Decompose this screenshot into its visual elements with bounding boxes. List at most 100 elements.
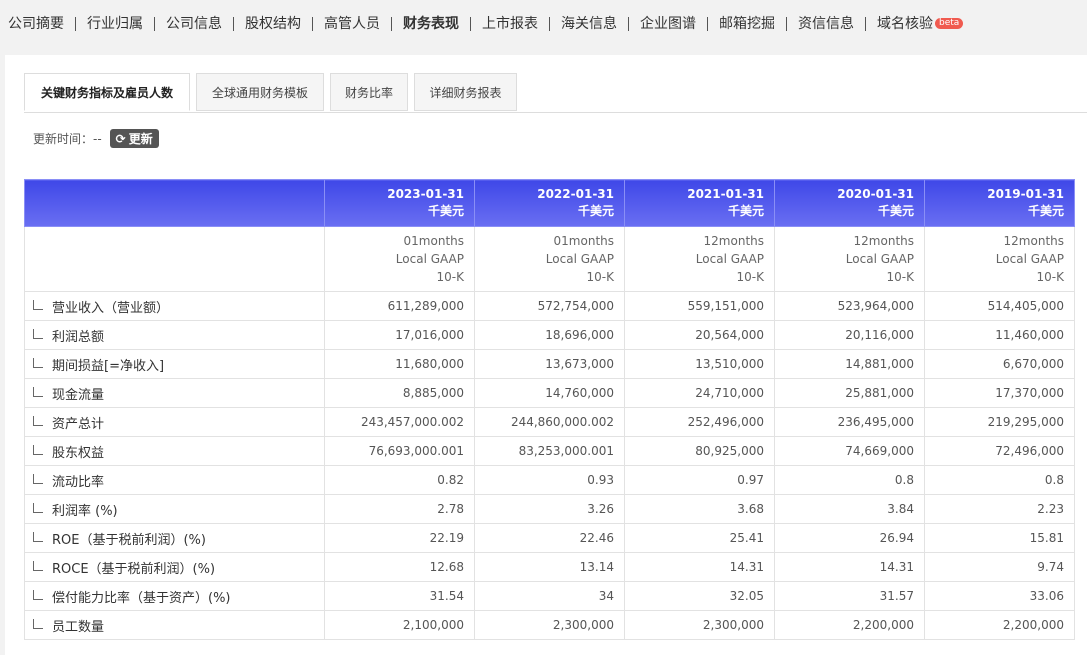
value-cell: 34 bbox=[474, 581, 625, 611]
tree-branch-icon bbox=[33, 560, 43, 571]
table-row: 偿付能力比率（基于资产）(%) 31.54 34 32.05 31.57 33.06 bbox=[24, 581, 1075, 611]
tree-branch-icon bbox=[33, 618, 43, 629]
value-cell: 572,754,000 bbox=[474, 291, 625, 321]
value-cell: 13.14 bbox=[474, 552, 625, 582]
column-date: 2022-01-31 bbox=[537, 187, 614, 201]
value-cell: 0.8 bbox=[774, 465, 925, 495]
value-cell: 14,881,000 bbox=[774, 349, 925, 379]
nav-enterprise-graph[interactable]: 企业图谱 bbox=[629, 15, 707, 33]
meta-period: 01months bbox=[553, 234, 614, 248]
table-row: 资产总计 243,457,000.002 244,860,000.002 252,49… bbox=[24, 407, 1075, 437]
nav-listing-reports[interactable]: 上市报表 bbox=[471, 15, 549, 33]
tab-global-template[interactable]: 全球通用财务模板 bbox=[196, 73, 324, 111]
value-cell: 9.74 bbox=[924, 552, 1075, 582]
update-row: 更新时间：-- ⟳ 更新 bbox=[33, 129, 159, 148]
value-cell: 236,495,000 bbox=[774, 407, 925, 437]
meta-form: 10-K bbox=[1036, 270, 1064, 284]
nav-executives[interactable]: 高管人员 bbox=[313, 15, 391, 33]
table-row: 股东权益 76,693,000.001 83,253,000.001 80,925,0… bbox=[24, 436, 1075, 466]
tree-branch-icon bbox=[33, 589, 43, 600]
nav-financial-performance[interactable]: 财务表现 bbox=[392, 15, 470, 33]
tree-branch-icon bbox=[33, 386, 43, 397]
value-cell: 0.93 bbox=[474, 465, 625, 495]
table-row: 利润总额 17,016,000 18,696,000 20,564,000 20,116… bbox=[24, 320, 1075, 350]
value-cell: 83,253,000.001 bbox=[474, 436, 625, 466]
value-cell: 14,760,000 bbox=[474, 378, 625, 408]
row-label-cell: 偿付能力比率（基于资产）(%) bbox=[24, 581, 325, 611]
value-cell: 252,496,000 bbox=[624, 407, 775, 437]
row-label: 股东权益 bbox=[52, 445, 105, 461]
meta-standard: Local GAAP bbox=[545, 252, 614, 266]
value-cell: 72,496,000 bbox=[924, 436, 1075, 466]
tree-branch-icon bbox=[33, 444, 43, 455]
column-header: 2020-01-31 千美元 bbox=[774, 179, 925, 227]
financial-panel: 关键财务指标及雇员人数 全球通用财务模板 财务比率 详细财务报表 更新时间：--… bbox=[5, 55, 1087, 655]
meta-standard: Local GAAP bbox=[995, 252, 1064, 266]
value-cell: 2,200,000 bbox=[924, 610, 1075, 640]
nav-domain-verification[interactable]: 域名核验 beta bbox=[866, 15, 974, 33]
value-cell: 2,200,000 bbox=[774, 610, 925, 640]
value-cell: 2.78 bbox=[324, 494, 475, 524]
value-cell: 31.54 bbox=[324, 581, 475, 611]
value-cell: 13,510,000 bbox=[624, 349, 775, 379]
tree-branch-icon bbox=[33, 473, 43, 484]
value-cell: 22.19 bbox=[324, 523, 475, 553]
column-unit: 千美元 bbox=[877, 204, 914, 218]
nav-industry[interactable]: 行业归属 bbox=[76, 15, 154, 33]
value-cell: 8,885,000 bbox=[324, 378, 475, 408]
row-label: 营业收入（营业额） bbox=[52, 300, 170, 316]
value-cell: 243,457,000.002 bbox=[324, 407, 475, 437]
value-cell: 76,693,000.001 bbox=[324, 436, 475, 466]
refresh-button[interactable]: ⟳ 更新 bbox=[109, 129, 159, 148]
value-cell: 12.68 bbox=[324, 552, 475, 582]
value-cell: 523,964,000 bbox=[774, 291, 925, 321]
refresh-icon: ⟳ bbox=[115, 131, 126, 146]
header-blank-cell bbox=[24, 179, 325, 227]
tab-detailed-statements[interactable]: 详细财务报表 bbox=[414, 73, 517, 111]
tab-divider bbox=[24, 112, 1087, 113]
value-cell: 33.06 bbox=[924, 581, 1075, 611]
meta-cell: 01months Local GAAP 10-K bbox=[324, 226, 475, 292]
meta-standard: Local GAAP bbox=[845, 252, 914, 266]
nav-customs-info[interactable]: 海关信息 bbox=[550, 15, 628, 33]
column-header: 2022-01-31 千美元 bbox=[474, 179, 625, 227]
row-label: ROCE（基于税前利润）(%) bbox=[52, 561, 216, 577]
nav-credit-info[interactable]: 资信信息 bbox=[787, 15, 865, 33]
meta-blank-cell bbox=[24, 226, 325, 292]
meta-standard: Local GAAP bbox=[395, 252, 464, 266]
nav-email-mining[interactable]: 邮箱挖掘 bbox=[708, 15, 786, 33]
value-cell: 25,881,000 bbox=[774, 378, 925, 408]
tab-key-indicators[interactable]: 关键财务指标及雇员人数 bbox=[24, 73, 190, 111]
row-label: 期间损益[=净收入] bbox=[52, 358, 165, 374]
value-cell: 219,295,000 bbox=[924, 407, 1075, 437]
value-cell: 14.31 bbox=[774, 552, 925, 582]
refresh-button-label: 更新 bbox=[128, 132, 153, 146]
row-label-cell: 利润总额 bbox=[24, 320, 325, 350]
tree-branch-icon bbox=[33, 357, 43, 368]
value-cell: 13,673,000 bbox=[474, 349, 625, 379]
nav-company-info[interactable]: 公司信息 bbox=[155, 15, 233, 33]
value-cell: 31.57 bbox=[774, 581, 925, 611]
value-cell: 0.82 bbox=[324, 465, 475, 495]
value-cell: 244,860,000.002 bbox=[474, 407, 625, 437]
nav-equity-structure[interactable]: 股权结构 bbox=[234, 15, 312, 33]
nav-company-summary[interactable]: 公司摘要 bbox=[8, 15, 75, 33]
tab-financial-ratios[interactable]: 财务比率 bbox=[330, 73, 408, 111]
value-cell: 14.31 bbox=[624, 552, 775, 582]
row-label: 现金流量 bbox=[52, 387, 105, 403]
row-label-cell: 营业收入（营业额） bbox=[24, 291, 325, 321]
column-date: 2019-01-31 bbox=[987, 187, 1064, 201]
value-cell: 2,300,000 bbox=[474, 610, 625, 640]
row-label-cell: ROCE（基于税前利润）(%) bbox=[24, 552, 325, 582]
row-label: 流动比率 bbox=[52, 474, 105, 490]
value-cell: 2,100,000 bbox=[324, 610, 475, 640]
meta-form: 10-K bbox=[586, 270, 614, 284]
row-label: 员工数量 bbox=[52, 619, 105, 635]
row-label-cell: 利润率 (%) bbox=[24, 494, 325, 524]
meta-cell: 12months Local GAAP 10-K bbox=[774, 226, 925, 292]
column-date: 2020-01-31 bbox=[837, 187, 914, 201]
value-cell: 2,300,000 bbox=[624, 610, 775, 640]
value-cell: 514,405,000 bbox=[924, 291, 1075, 321]
table-header-row: 2023-01-31 千美元 2022-01-31 千美元 2021-01-31 千美… bbox=[24, 179, 1075, 227]
value-cell: 32.05 bbox=[624, 581, 775, 611]
